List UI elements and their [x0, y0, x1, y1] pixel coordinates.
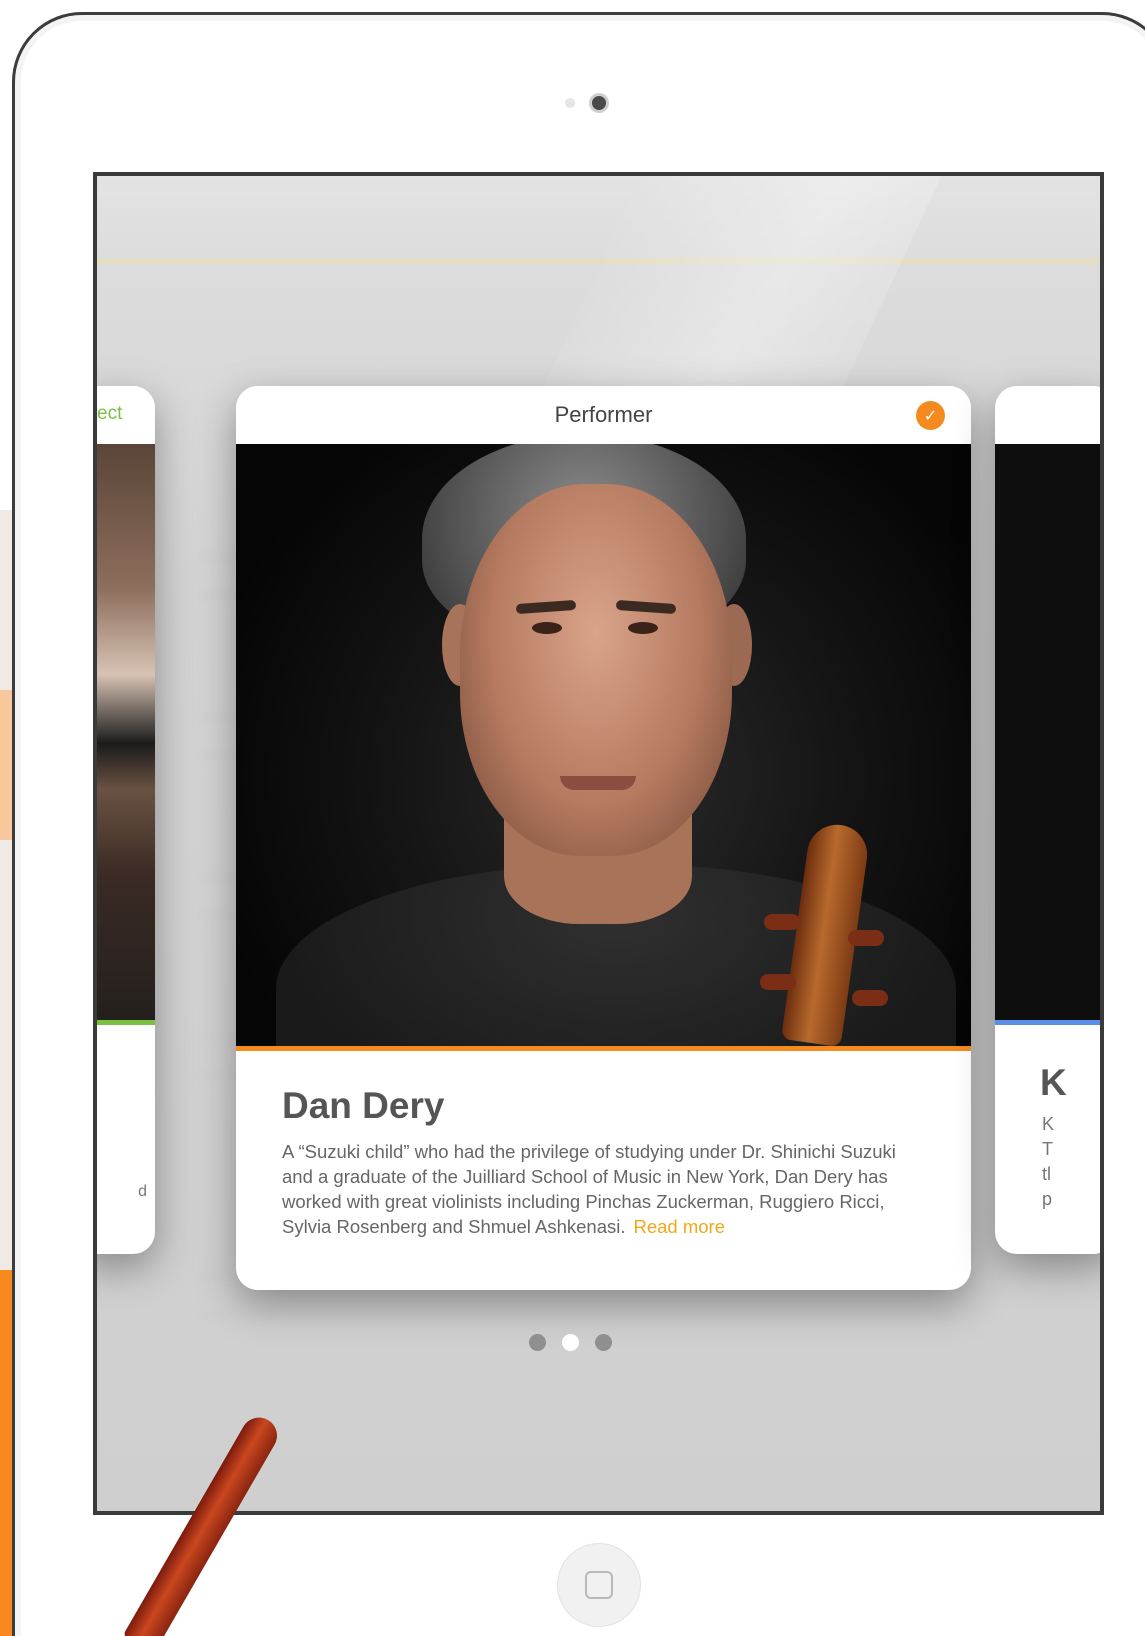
violin-peg: [848, 930, 884, 946]
tablet-device: ect d Performer ✓ Dan Dery A “Suzuki chi…: [12, 12, 1145, 1636]
photo-face: [460, 484, 732, 856]
violin-peg: [764, 914, 800, 930]
performer-bio-text: A “Suzuki child” who had the privilege o…: [282, 1141, 896, 1237]
photo-eye-right: [628, 622, 658, 634]
photo-mouth: [560, 776, 636, 790]
next-card-line: K: [1042, 1114, 1055, 1134]
performer-photo: [236, 444, 971, 1046]
next-card-line: p: [1042, 1189, 1053, 1209]
page-indicator[interactable]: [529, 1334, 612, 1351]
performer-card-title: Performer: [554, 402, 653, 427]
performer-card-header: Performer ✓: [236, 386, 971, 444]
previous-card-accent-rule: [97, 1020, 155, 1025]
performer-name: Dan Dery: [282, 1085, 445, 1126]
previous-card-select-label[interactable]: ect: [97, 403, 122, 425]
page-dot[interactable]: [595, 1334, 612, 1351]
blurred-toolbar-underline: [97, 258, 1100, 264]
violin-peg: [760, 974, 796, 990]
read-more-link[interactable]: Read more: [633, 1216, 725, 1237]
next-card-line: T: [1042, 1139, 1053, 1159]
next-card-accent-rule: [995, 1020, 1100, 1025]
home-button-icon: [585, 1571, 613, 1599]
page-dot-active[interactable]: [562, 1334, 579, 1351]
performer-card-body: Dan Dery A “Suzuki child” who had the pr…: [236, 1051, 971, 1239]
previous-card-photo: [97, 444, 155, 1020]
tablet-screen: ect d Performer ✓ Dan Dery A “Suzuki chi…: [93, 172, 1104, 1515]
performer-bio: A “Suzuki child” who had the privilege o…: [282, 1139, 925, 1239]
violin-peg: [852, 990, 888, 1006]
home-button[interactable]: [557, 1543, 641, 1627]
previous-card[interactable]: ect d: [97, 386, 155, 1254]
next-card-title: K: [1040, 1062, 1067, 1103]
next-card[interactable]: K K T tl p: [995, 386, 1100, 1254]
front-sensor: [565, 98, 575, 108]
check-icon[interactable]: ✓: [916, 401, 945, 430]
page-dot[interactable]: [529, 1334, 546, 1351]
next-card-line: tl: [1042, 1164, 1051, 1184]
previous-card-text: d: [138, 1183, 147, 1200]
photo-eye-left: [532, 622, 562, 634]
front-camera: [589, 93, 609, 113]
previous-card-header: ect: [97, 386, 155, 444]
next-card-photo: [995, 444, 1100, 1020]
performer-card[interactable]: Performer ✓ Dan Dery A “Suzuki child” wh…: [236, 386, 971, 1290]
